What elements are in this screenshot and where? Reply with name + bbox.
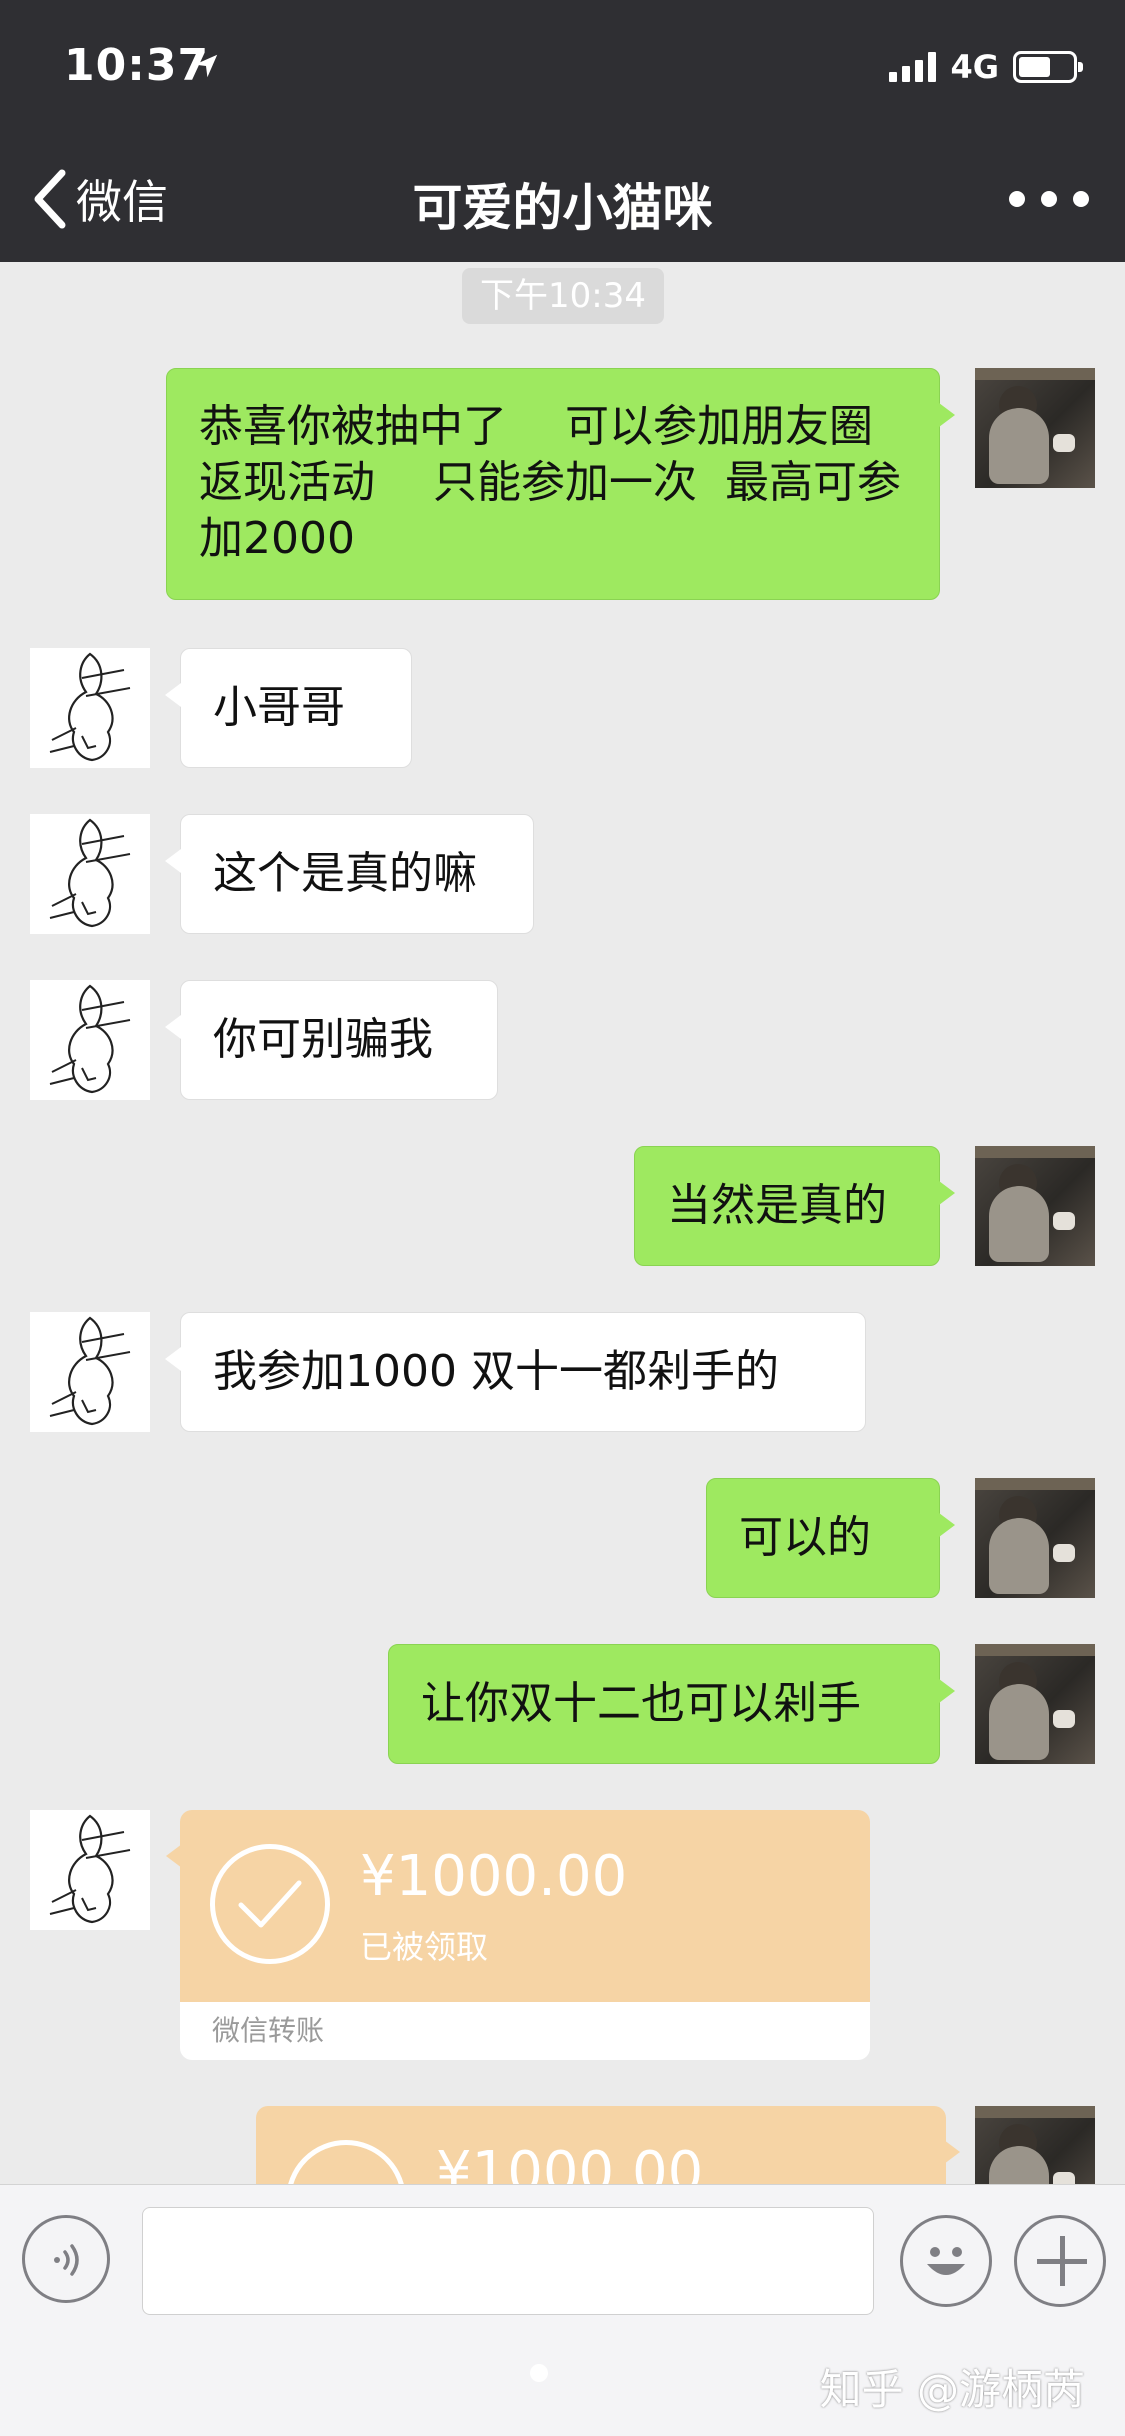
signal-icon (889, 52, 937, 82)
message-text: 你可别骗我 (213, 1014, 433, 1065)
watermark: 知乎 @游柄芮 (819, 2365, 1085, 2414)
transfer-label: 微信转账 (180, 2002, 870, 2060)
message-bubble-other[interactable]: 这个是真的嘛 (165, 814, 534, 934)
chat-title: 可爱的小猫咪 (412, 179, 713, 237)
message-bubble-self[interactable]: 可以的 (706, 1478, 955, 1598)
contact-avatar[interactable] (30, 1312, 150, 1432)
status-indicators: 4G (889, 48, 1083, 86)
battery-icon (1013, 51, 1083, 83)
voice-icon (54, 2244, 79, 2276)
message-timestamp: 下午10:34 (462, 268, 664, 324)
transfer-amount: ¥1000.00 (360, 1844, 628, 1909)
location-arrow-icon (194, 54, 218, 78)
smiley-icon (927, 2247, 965, 2275)
voice-input-button[interactable] (22, 2215, 110, 2303)
self-avatar[interactable] (975, 1478, 1095, 1598)
message-bubble-self[interactable]: 恭喜你被抽中了 可以参加朋友圈返现活动 只能参加一次 最高可参加2000 (166, 368, 955, 600)
message-bubble-self[interactable]: 让你双十二也可以剁手 (388, 1644, 955, 1764)
message-text: 可以的 (739, 1512, 871, 1563)
network-type: 4G (950, 48, 999, 86)
message-text: 小哥哥 (213, 682, 345, 733)
self-avatar[interactable] (975, 368, 1095, 488)
more-icon[interactable] (1009, 174, 1089, 224)
home-indicator (530, 2364, 548, 2382)
message-bubble-self[interactable]: 当然是真的 (634, 1146, 955, 1266)
message-bubble-other[interactable]: 你可别骗我 (165, 980, 498, 1100)
top-bar: 10:37 4G 微信 可爱的小猫咪 (0, 0, 1125, 262)
message-text: 恭喜你被抽中了 可以参加朋友圈返现活动 只能参加一次 最高可参加2000 (199, 401, 901, 564)
contact-avatar[interactable] (30, 814, 150, 934)
transfer-tail (944, 2140, 960, 2164)
checkmark-circle-icon (210, 1844, 330, 1964)
transfer-status: 已被领取 (360, 1928, 489, 1966)
message-text: 我参加1000 双十一都剁手的 (213, 1346, 779, 1397)
transfer-card-received[interactable]: ¥1000.00 已被领取 微信转账 (180, 1810, 870, 2060)
status-time: 10:37 (64, 40, 210, 91)
message-text: 让你双十二也可以剁手 (421, 1678, 861, 1729)
message-bubble-other[interactable]: 我参加1000 双十一都剁手的 (165, 1312, 866, 1432)
emoji-button[interactable] (900, 2215, 992, 2307)
contact-avatar[interactable] (30, 980, 150, 1100)
more-functions-button[interactable] (1014, 2215, 1106, 2307)
self-avatar[interactable] (975, 1146, 1095, 1266)
contact-avatar[interactable] (30, 1810, 150, 1930)
message-input[interactable] (142, 2207, 874, 2315)
message-text: 这个是真的嘛 (213, 848, 477, 899)
contact-avatar[interactable] (30, 648, 150, 768)
message-text: 当然是真的 (667, 1180, 887, 1231)
self-avatar[interactable] (975, 1644, 1095, 1764)
message-bubble-other[interactable]: 小哥哥 (165, 648, 412, 768)
